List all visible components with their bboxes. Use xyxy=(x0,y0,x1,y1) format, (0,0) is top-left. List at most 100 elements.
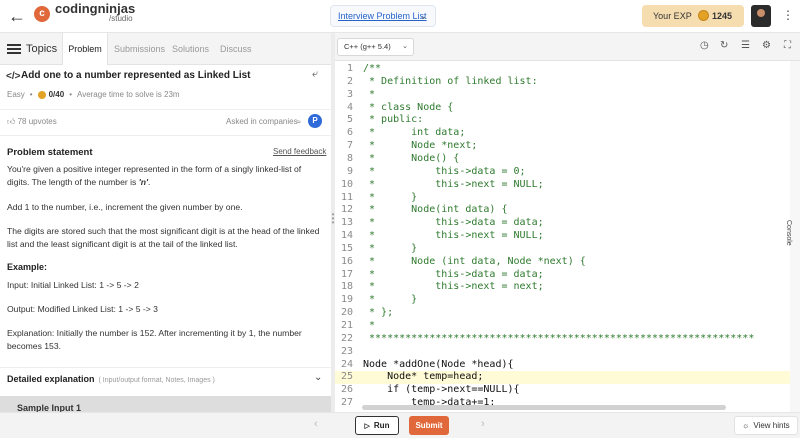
code-text: * xyxy=(363,320,376,331)
example-input: Input: Initial Linked List: 1 -> 5 -> 2 xyxy=(7,280,139,290)
line-number: 9 xyxy=(346,165,353,177)
code-line[interactable]: 1 /** xyxy=(335,63,790,76)
chevron-down-icon[interactable]: ⌄ xyxy=(314,372,322,383)
code-text: * int data; xyxy=(363,127,466,139)
line-number: 18 xyxy=(340,281,353,293)
points-label: 0/40 xyxy=(48,90,65,99)
code-text: * this->next = NULL; xyxy=(363,230,544,242)
code-text: * this->next = NULL; xyxy=(363,178,544,190)
upvotes[interactable]: 👍︎ 78 upvotes xyxy=(7,117,57,127)
statement-paragraph-3: The digits are stored such that the most… xyxy=(7,226,320,249)
line-number: 7 xyxy=(346,140,353,152)
example-output: Output: Modified Linked List: 1 -> 5 -> … xyxy=(7,304,158,314)
editor-toolbar: C++ (g++ 5.4) ⌄ ◷ ↻ ☰ ⚙ ⛶ xyxy=(335,33,800,61)
code-line[interactable]: 3 * xyxy=(335,89,790,102)
statement-paragraph: You're given a positive integer represen… xyxy=(7,164,302,187)
tab-problem[interactable]: Problem xyxy=(62,33,108,65)
code-line[interactable]: 12 * Node(int data) { xyxy=(335,204,790,217)
company-logo-icon: ≈ xyxy=(297,119,301,126)
list-icon[interactable]: ☰ xyxy=(741,40,750,51)
timer-icon[interactable]: ◷ xyxy=(700,40,709,51)
code-line[interactable]: 17 * this->data = data; xyxy=(335,269,790,282)
statement-paragraph-2: Add 1 to the number, i.e., increment the… xyxy=(7,202,243,212)
line-number: 14 xyxy=(340,230,353,242)
chevron-right-icon[interactable]: › xyxy=(481,418,485,430)
code-text: * Node (int data, Node *next) { xyxy=(363,255,586,267)
line-number: 19 xyxy=(340,294,353,306)
code-line[interactable]: 15 * } xyxy=(335,243,790,256)
logo[interactable]: c codingninjas /studio xyxy=(34,2,135,24)
code-text: * } xyxy=(363,294,418,306)
line-number: 10 xyxy=(340,178,353,190)
code-editor[interactable]: 1/** 2 * Definition of linked list: 3 * 4 *… xyxy=(335,61,790,412)
code-line[interactable]: 26 if (temp->next==NULL){ xyxy=(335,384,790,397)
vertical-dots-icon[interactable]: ⋮ xyxy=(782,8,794,22)
problem-list-label: Interview Problem List xyxy=(338,11,427,21)
horizontal-scrollbar[interactable] xyxy=(362,405,726,410)
code-line[interactable]: 21 * xyxy=(335,320,790,333)
share-icon[interactable]: ⤶ xyxy=(312,68,318,81)
line-number: 3 xyxy=(346,88,353,100)
fullscreen-icon[interactable]: ⛶ xyxy=(784,40,791,51)
code-line[interactable]: 5 * public: xyxy=(335,114,790,127)
chevron-left-icon[interactable]: ‹ xyxy=(314,418,318,430)
code-line[interactable]: 24 Node *addOne(Node *head){ xyxy=(335,359,790,372)
company-logos[interactable]: ≈ P xyxy=(297,113,323,129)
code-line[interactable]: 6 * int data; xyxy=(335,127,790,140)
line-number: 17 xyxy=(340,268,353,280)
code-line[interactable]: 10 * this->next = NULL; xyxy=(335,179,790,192)
code-text: * Node(int data) { xyxy=(363,204,508,216)
problem-title: Add one to a number represented as Linke… xyxy=(21,70,251,81)
problem-list-dropdown[interactable]: Interview Problem List ⌄ xyxy=(330,5,436,27)
arrow-left-icon[interactable]: ← xyxy=(8,6,26,27)
code-line[interactable]: 22 *************************************… xyxy=(335,333,790,346)
tab-submissions[interactable]: Submissions xyxy=(114,33,165,65)
view-hints-button[interactable]: ☼ View hints xyxy=(734,416,798,435)
chevron-down-icon: ⌄ xyxy=(402,43,408,50)
gear-icon[interactable]: ⚙ xyxy=(762,40,771,51)
code-text: if (temp->next==NULL){ xyxy=(363,384,520,396)
code-line[interactable]: 11 * } xyxy=(335,192,790,205)
language-select[interactable]: C++ (g++ 5.4) ⌄ xyxy=(337,38,414,56)
line-number: 26 xyxy=(340,384,353,396)
sample-input-heading: Sample Input 1 xyxy=(17,403,82,412)
topics-button[interactable]: Topics xyxy=(26,43,57,55)
tab-solutions[interactable]: Solutions xyxy=(172,33,209,65)
line-number: 20 xyxy=(340,307,353,319)
code-text: * Node() { xyxy=(363,152,460,164)
run-button[interactable]: ▷ Run xyxy=(355,416,399,435)
menu-icon[interactable] xyxy=(7,44,21,54)
code-line[interactable]: 8 * Node() { xyxy=(335,153,790,166)
detailed-explanation-toggle[interactable]: Detailed explanation( Input/output forma… xyxy=(7,374,215,384)
send-feedback-link[interactable]: Send feedback xyxy=(273,147,326,156)
example-heading: Example: xyxy=(7,262,48,272)
line-number: 15 xyxy=(340,242,353,254)
code-line[interactable]: 16 * Node (int data, Node *next) { xyxy=(335,256,790,269)
chevron-down-icon: ⌄ xyxy=(419,11,427,21)
code-text: * this->data = data; xyxy=(363,217,544,229)
reset-icon[interactable]: ↻ xyxy=(720,40,728,51)
code-text: * this->next = next; xyxy=(363,281,544,293)
problem-panel: </> Add one to a number represented as L… xyxy=(0,65,331,412)
code-line[interactable]: 7 * Node *next; xyxy=(335,140,790,153)
code-line[interactable]: 9 * this->data = 0; xyxy=(335,166,790,179)
language-label: C++ (g++ 5.4) xyxy=(344,42,391,51)
code-line[interactable]: 19 * } xyxy=(335,294,790,307)
tab-discuss[interactable]: Discuss xyxy=(220,33,252,65)
submit-button[interactable]: Submit xyxy=(409,416,449,435)
code-line[interactable]: 4 * class Node { xyxy=(335,102,790,115)
code-line[interactable]: 23 xyxy=(335,346,790,359)
code-line[interactable]: 20 * }; xyxy=(335,307,790,320)
console-tab[interactable]: Console xyxy=(785,220,792,246)
code-line[interactable]: 25 Node* temp=head; xyxy=(335,371,790,385)
code-text: * this->data = data; xyxy=(363,268,544,280)
code-line[interactable]: 18 * this->next = next; xyxy=(335,281,790,294)
code-line[interactable]: 13 * this->data = data; xyxy=(335,217,790,230)
logo-mark-icon: c xyxy=(34,6,50,22)
statement-heading: Problem statement xyxy=(7,147,93,158)
avatar[interactable] xyxy=(751,5,771,27)
code-line[interactable]: 14 * this->next = NULL; xyxy=(335,230,790,243)
exp-badge[interactable]: Your EXP 1245 xyxy=(642,5,744,27)
code-icon: </> xyxy=(6,71,21,82)
code-line[interactable]: 2 * Definition of linked list: xyxy=(335,76,790,89)
